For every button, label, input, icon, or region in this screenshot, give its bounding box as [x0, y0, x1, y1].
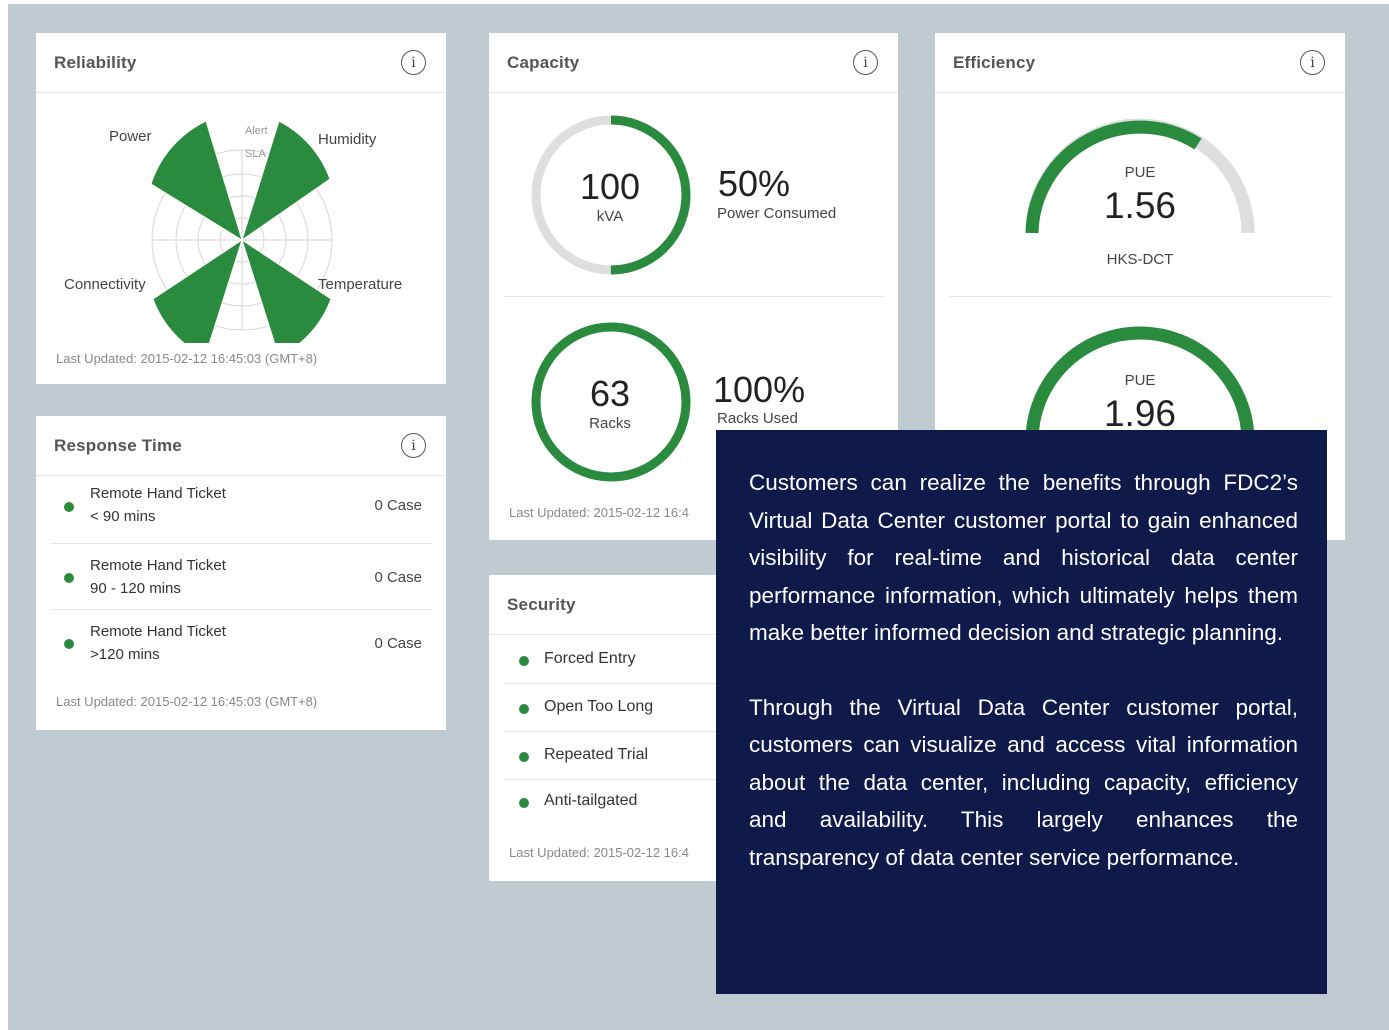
radar-slice-power: [150, 120, 243, 242]
efficiency-header: Efficiency i: [935, 33, 1345, 93]
ticket-count: 0 Case: [374, 635, 422, 652]
status-dot-icon: [519, 656, 529, 666]
ticket-title: Remote Hand Ticket: [90, 485, 226, 502]
security-title: Security: [507, 594, 576, 614]
capacity-header: Capacity i: [489, 33, 898, 93]
response-time-last-updated: Last Updated: 2015-02-12 16:45:03 (GMT+8…: [56, 694, 318, 709]
ticket-range: < 90 mins: [90, 508, 156, 525]
reliability-header: Reliability i: [36, 33, 446, 93]
ticket-title: Remote Hand Ticket: [90, 557, 226, 574]
reliability-radar-chart: [150, 120, 333, 343]
racks-caption: Racks Used: [717, 410, 798, 427]
response-time-row[interactable]: Remote Hand Ticket >120 mins 0 Case: [50, 610, 432, 676]
reliability-last-updated: Last Updated: 2015-02-12 16:45:03 (GMT+8…: [56, 351, 318, 366]
radar-slice-connectivity: [152, 238, 243, 343]
security-last-updated: Last Updated: 2015-02-12 16:4: [509, 845, 689, 860]
status-dot-icon: [519, 752, 529, 762]
status-dot-icon: [519, 798, 529, 808]
capacity-last-updated: Last Updated: 2015-02-12 16:4: [509, 505, 689, 520]
pue-gauge-1: [1025, 118, 1255, 234]
reliability-card: Reliability i Alert SLA Power Humidity C…: [36, 33, 446, 384]
racks-unit: Racks: [589, 415, 631, 432]
description-paragraph-2: Through the Virtual Data Center customer…: [749, 694, 1298, 870]
info-icon[interactable]: i: [853, 50, 878, 75]
efficiency-divider: [949, 296, 1331, 297]
ticket-range: 90 - 120 mins: [90, 580, 181, 597]
info-icon[interactable]: i: [401, 433, 426, 458]
description-panel: Customers can realize the benefits throu…: [716, 430, 1327, 994]
info-icon[interactable]: i: [1300, 50, 1325, 75]
racks-value: 63: [589, 373, 631, 414]
efficiency-title: Efficiency: [953, 52, 1036, 72]
status-dot-icon: [64, 573, 74, 583]
racks-percent: 100%: [713, 369, 806, 410]
pue-label: PUE: [1124, 164, 1156, 181]
radar-slice-humidity: [241, 120, 331, 242]
description-paragraph-1: Customers can realize the benefits throu…: [749, 470, 1298, 645]
security-item-label: Open Too Long: [544, 698, 654, 715]
pue-site: HKS-DCT: [1106, 251, 1174, 268]
status-dot-icon: [64, 639, 74, 649]
power-value: 100: [579, 166, 641, 207]
response-time-row[interactable]: Remote Hand Ticket < 90 mins 0 Case: [50, 478, 432, 544]
response-time-header: Response Time i: [36, 416, 446, 476]
power-unit: kVA: [596, 208, 624, 225]
radar-label-connectivity: Connectivity: [64, 276, 146, 293]
response-time-row[interactable]: Remote Hand Ticket 90 - 120 mins 0 Case: [50, 544, 432, 610]
ticket-count: 0 Case: [374, 497, 422, 514]
security-item-label: Anti-tailgated: [544, 792, 638, 809]
power-percent: 50%: [718, 163, 791, 204]
radar-sla-label: SLA: [245, 148, 266, 160]
radar-label-temperature: Temperature: [318, 276, 403, 293]
radar-alert-label: Alert: [245, 125, 268, 137]
pue-label: PUE: [1124, 372, 1156, 389]
ticket-title: Remote Hand Ticket: [90, 623, 226, 640]
capacity-title: Capacity: [507, 52, 580, 72]
security-item-label: Forced Entry: [544, 650, 636, 667]
radar-label-power: Power: [109, 128, 152, 145]
response-time-title: Response Time: [54, 435, 182, 455]
pue-value: 1.96: [1103, 393, 1176, 434]
capacity-divider: [503, 296, 884, 297]
status-dot-icon: [64, 502, 74, 512]
status-dot-icon: [519, 704, 529, 714]
power-caption: Power Consumed: [717, 205, 837, 222]
info-icon[interactable]: i: [401, 50, 426, 75]
ticket-range: >120 mins: [90, 646, 160, 663]
response-time-card: Response Time i Remote Hand Ticket < 90 …: [36, 416, 446, 730]
ticket-count: 0 Case: [374, 569, 422, 586]
pue-value: 1.56: [1103, 185, 1176, 226]
reliability-title: Reliability: [54, 52, 137, 72]
radar-label-humidity: Humidity: [318, 131, 377, 148]
security-item-label: Repeated Trial: [544, 746, 649, 763]
